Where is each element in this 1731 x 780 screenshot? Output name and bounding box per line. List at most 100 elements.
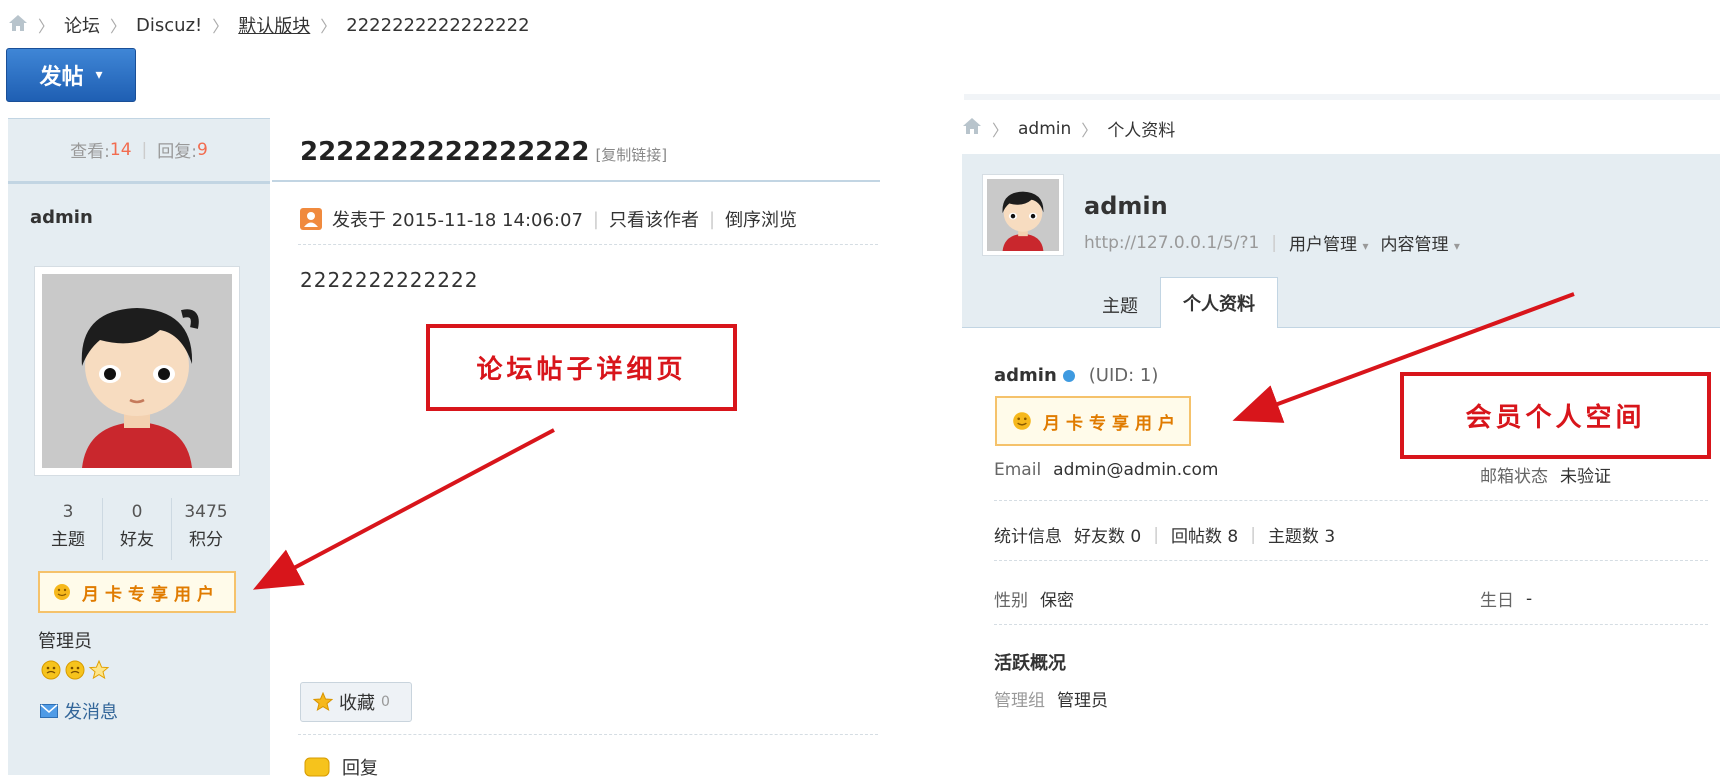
count-label: 好友 xyxy=(120,530,154,550)
replies-count: 9 xyxy=(197,139,208,160)
breadcrumb-separator: 〉 xyxy=(212,17,229,36)
medal-label: 月卡专享用户 xyxy=(82,584,220,605)
chevron-down-icon: ▾ xyxy=(95,67,103,83)
count-threads[interactable]: 3 主题 xyxy=(34,498,103,560)
author-name[interactable]: admin xyxy=(30,207,93,228)
admin-group-row: 管理组 管理员 xyxy=(994,686,1108,711)
star-icon xyxy=(313,692,333,712)
count-credits[interactable]: 3475 积分 xyxy=(172,498,240,560)
count-value: 3 xyxy=(62,502,74,522)
member-links: http://127.0.0.1/5/?1 | 用户管理 ▾ 内容管理 ▾ xyxy=(1084,230,1460,256)
member-tabs: 主题 个人资料 xyxy=(1080,277,1278,328)
sun-icon xyxy=(54,584,70,600)
favorite-button[interactable]: 收藏 0 xyxy=(300,682,412,722)
post-body: 2222222222222 xyxy=(300,268,479,292)
breadcrumb-board[interactable]: 默认版块 xyxy=(238,12,310,38)
only-author-link[interactable]: 只看该作者 xyxy=(609,206,699,232)
reply-link[interactable]: 回复 xyxy=(304,754,378,780)
envelope-icon xyxy=(40,704,58,718)
breadcrumb-separator: 〉 xyxy=(320,17,337,36)
divider: | xyxy=(708,208,716,230)
replies-label: 回复: xyxy=(157,142,197,162)
views-label: 查看: xyxy=(70,142,110,162)
member-url[interactable]: http://127.0.0.1/5/?1 xyxy=(1084,233,1259,253)
email-status-value: 未验证 xyxy=(1560,467,1611,487)
reply-icon xyxy=(304,757,330,777)
favorite-count: 0 xyxy=(381,694,390,710)
member-name: admin xyxy=(1084,192,1168,220)
thread-title: 2222222222222222 [复制链接] xyxy=(300,137,667,167)
avatar[interactable] xyxy=(982,174,1064,256)
count-friends[interactable]: 0 好友 xyxy=(103,498,172,560)
divider: | xyxy=(141,139,148,160)
count-label: 积分 xyxy=(189,530,223,550)
medal-badge[interactable]: 月卡专享用户 xyxy=(995,396,1191,446)
admin-group-value[interactable]: 管理员 xyxy=(1057,686,1108,711)
medal-label: 月卡专享用户 xyxy=(1043,413,1181,434)
breadcrumb: 〉 论坛 〉 Discuz! 〉 默认版块 〉 2222222222222222 xyxy=(8,12,530,38)
divider xyxy=(994,500,1708,501)
tab-threads[interactable]: 主题 xyxy=(1080,282,1160,328)
star-icon xyxy=(88,659,110,680)
email-row: Email admin@admin.com xyxy=(994,460,1218,480)
divider xyxy=(298,244,878,245)
new-post-label: 发帖 xyxy=(39,65,84,90)
email-value: admin@admin.com xyxy=(1053,460,1219,480)
breadcrumb-forum[interactable]: 论坛 xyxy=(64,12,100,38)
stats-row: 统计信息 好友数 0 | 回帖数 8 | 主题数 3 xyxy=(994,522,1335,548)
breadcrumb-separator: 〉 xyxy=(38,17,55,36)
count-label: 主题 xyxy=(51,530,85,550)
member-breadcrumb: 〉 admin 〉 个人资料 xyxy=(962,116,1175,141)
breadcrumb-user[interactable]: admin xyxy=(1018,119,1071,139)
new-post-button[interactable]: 发帖 ▾ xyxy=(6,48,136,102)
gender-row: 性别 保密 xyxy=(994,586,1074,611)
avatar[interactable] xyxy=(34,266,240,476)
avatar-image xyxy=(987,179,1059,251)
email-status-row: 邮箱状态 未验证 xyxy=(1480,462,1611,487)
user-level-icons xyxy=(40,659,110,681)
send-message-link[interactable]: 发消息 xyxy=(40,698,118,724)
breadcrumb-separator: 〉 xyxy=(1081,120,1098,140)
birthday-value: - xyxy=(1526,588,1533,609)
replies-count[interactable]: 回帖数 8 xyxy=(1171,522,1238,547)
divider xyxy=(298,734,878,735)
thread-title-text: 2222222222222222 xyxy=(300,137,590,167)
gender-value: 保密 xyxy=(1040,591,1074,611)
arrow-to-sidebar-medal xyxy=(252,428,555,590)
favorite-label: 收藏 xyxy=(339,693,375,714)
breadcrumb-thread: 2222222222222222 xyxy=(346,14,530,36)
sun-icon xyxy=(1013,412,1031,430)
chevron-down-icon: ▾ xyxy=(1453,239,1460,253)
send-message-label: 发消息 xyxy=(64,702,118,723)
user-manage-menu[interactable]: 用户管理 ▾ xyxy=(1289,230,1368,255)
author-counts: 3 主题 0 好友 3475 积分 xyxy=(34,498,240,560)
user-manage-label: 用户管理 xyxy=(1289,235,1358,255)
views-count: 14 xyxy=(109,139,132,160)
sun-level-icon xyxy=(65,660,85,680)
sun-level-icon xyxy=(41,660,61,680)
home-icon[interactable] xyxy=(962,117,982,140)
birthday-label: 生日 xyxy=(1480,591,1514,611)
reply-label: 回复 xyxy=(342,758,378,779)
callout-thread-page: 论坛帖子详细页 xyxy=(426,324,737,411)
breadcrumb-discuz[interactable]: Discuz! xyxy=(136,15,202,36)
threads-count[interactable]: 主题数 3 xyxy=(1268,522,1335,547)
home-icon[interactable] xyxy=(8,14,28,37)
activity-title: 活跃概况 xyxy=(994,653,1066,674)
divider xyxy=(272,180,880,182)
member-uid: (UID: 1) xyxy=(1088,365,1159,386)
tab-profile[interactable]: 个人资料 xyxy=(1160,277,1278,328)
divider: | xyxy=(1250,524,1256,545)
divider xyxy=(994,560,1708,561)
content-manage-menu[interactable]: 内容管理 ▾ xyxy=(1380,230,1459,255)
reverse-order-link[interactable]: 倒序浏览 xyxy=(725,206,797,232)
copy-link[interactable]: [复制链接] xyxy=(595,146,667,164)
member-username: admin xyxy=(994,365,1057,386)
medal-badge[interactable]: 月卡专享用户 xyxy=(38,571,236,613)
post-meta: 发表于 2015-11-18 14:06:07 | 只看该作者 | 倒序浏览 xyxy=(300,206,797,232)
member-identity: admin (UID: 1) xyxy=(994,365,1158,386)
friends-count[interactable]: 好友数 0 xyxy=(1074,522,1141,547)
avatar-image xyxy=(42,274,232,468)
callout-member-space: 会员个人空间 xyxy=(1400,372,1711,459)
chevron-down-icon: ▾ xyxy=(1362,239,1369,253)
